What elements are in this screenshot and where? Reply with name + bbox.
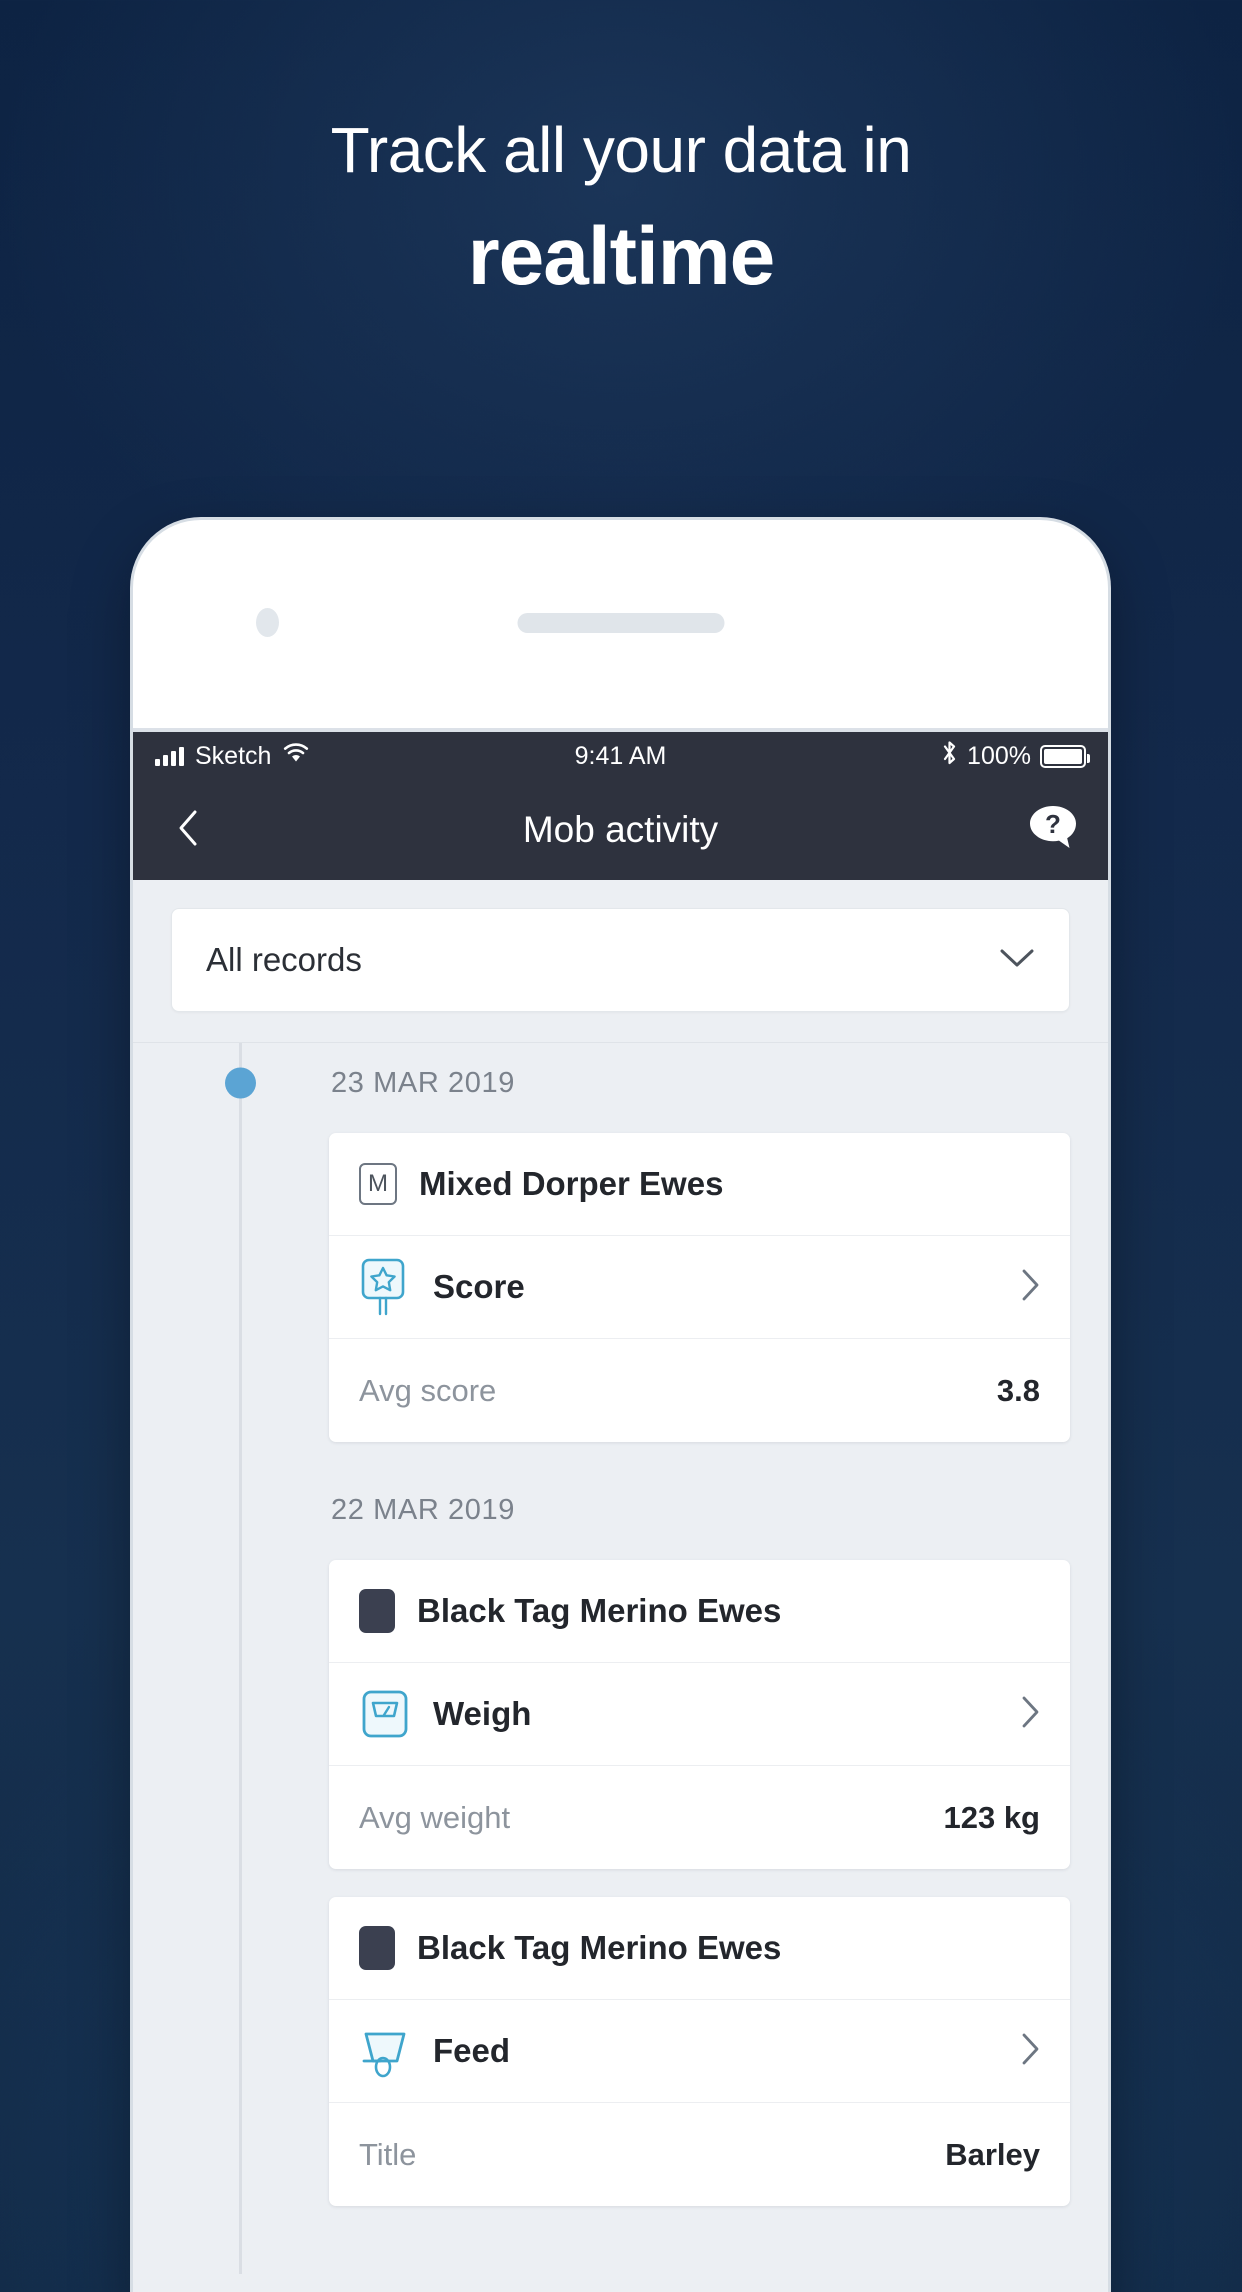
date-label: 22 MAR 2019 [331,1493,515,1526]
earpiece-speaker [517,613,724,633]
chevron-down-icon [999,947,1035,974]
detail-key: Title [359,2136,417,2172]
status-bar-left: Sketch [155,742,310,771]
detail-row: Title Barley [329,2103,1070,2206]
date-header: 23 MAR 2019 [133,1043,1108,1123]
records-filter-value: All records [206,941,362,978]
carrier-label: Sketch [195,741,272,770]
phone-screen: Sketch 9:41 AM 100% Mob activity ? All r… [133,728,1108,2292]
promo-headline-line2: realtime [467,211,776,302]
detail-value: Barley [945,2136,1040,2172]
detail-value: 123 kg [943,1799,1040,1835]
activity-name: Score [433,1268,525,1305]
activity-row[interactable]: Feed [329,2000,1070,2103]
detail-value: 3.8 [996,1372,1040,1408]
mob-row: Black Tag Merino Ewes [329,1897,1070,2000]
phone-mockup: Sketch 9:41 AM 100% Mob activity ? All r… [133,520,1108,2292]
activity-name: Feed [433,2032,511,2069]
status-bar-right: 100% [941,740,1090,773]
battery-full-icon [1040,744,1090,768]
signal-bars-icon [155,746,184,766]
records-filter-dropdown[interactable]: All records [171,908,1070,1012]
chevron-right-icon [1020,1695,1040,1734]
timeline-dot [225,1067,256,1099]
activity-card: M Mixed Dorper Ewes Score Avg score 3.8 [329,1133,1070,1442]
mob-name: Black Tag Merino Ewes [417,1592,782,1629]
promo-headline-line1: Track all your data in [330,114,912,186]
activity-card: Black Tag Merino Ewes Weigh Avg weight 1… [329,1560,1070,1869]
timeline-group: 23 MAR 2019 M Mixed Dorper Ewes Score Av… [133,1043,1108,1442]
mixed-tag-icon: M [359,1163,397,1205]
mob-name: Black Tag Merino Ewes [417,1929,782,1966]
filter-zone: All records [133,880,1108,1043]
chevron-right-icon [1020,1268,1040,1307]
black-tag-icon [359,1926,395,1970]
battery-percent-label: 100% [967,741,1031,770]
mob-row: M Mixed Dorper Ewes [329,1133,1070,1236]
bluetooth-icon [941,740,958,773]
detail-key: Avg score [359,1372,497,1408]
activity-name: Weigh [433,1695,532,1732]
weigh-scale-icon [359,1685,411,1743]
detail-row: Avg score 3.8 [329,1339,1070,1442]
score-flag-star-icon [359,1258,411,1316]
nav-bar: Mob activity ? [133,780,1108,880]
front-camera-icon [256,608,279,637]
activity-card: Black Tag Merino Ewes Feed Title Barley [329,1897,1070,2206]
date-label: 23 MAR 2019 [331,1066,515,1099]
help-button[interactable]: ? [1026,802,1080,859]
date-header: 22 MAR 2019 [133,1470,1108,1550]
activity-row[interactable]: Score [329,1236,1070,1339]
chevron-left-icon [177,809,199,852]
mob-name: Mixed Dorper Ewes [419,1165,724,1202]
question-bubble-icon: ? [1026,802,1080,859]
chevron-right-icon [1020,2032,1040,2071]
feed-trough-icon [359,2022,411,2080]
black-tag-icon [359,1589,395,1633]
phone-bezel-top [133,520,1108,775]
detail-key: Avg weight [359,1799,511,1835]
mob-row: Black Tag Merino Ewes [329,1560,1070,1663]
svg-text:?: ? [1045,809,1061,839]
status-bar: Sketch 9:41 AM 100% [133,732,1108,780]
back-button[interactable] [161,803,215,857]
timeline-group: 22 MAR 2019 Black Tag Merino Ewes Weigh … [133,1470,1108,2206]
promo-headline: Track all your data in realtime [0,118,1242,311]
wifi-icon [282,742,310,771]
activity-row[interactable]: Weigh [329,1663,1070,1766]
page-title: Mob activity [522,809,719,850]
detail-row: Avg weight 123 kg [329,1766,1070,1869]
activity-timeline: 23 MAR 2019 M Mixed Dorper Ewes Score Av… [133,1043,1108,2274]
